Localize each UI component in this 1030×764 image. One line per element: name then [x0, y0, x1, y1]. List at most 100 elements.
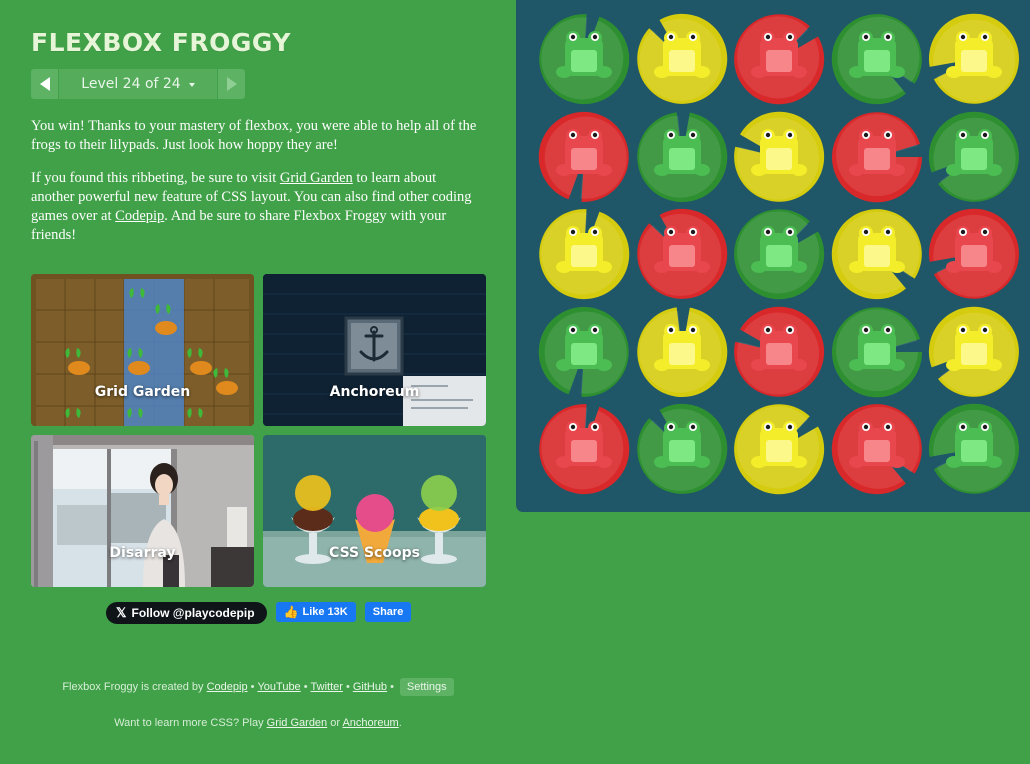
promo-text-a: If you found this ribbeting, be sure to … — [31, 170, 280, 186]
arrow-right-icon — [226, 77, 237, 91]
frog-on-lilypad-green — [828, 303, 926, 401]
frog-on-lilypad-green — [633, 400, 731, 498]
frog-on-lilypad-green — [828, 10, 926, 108]
twitter-link[interactable]: Twitter — [311, 681, 343, 693]
lilypad-red-icon — [929, 208, 1019, 299]
or-text: or — [330, 717, 341, 729]
facebook-share-label: Share — [372, 606, 404, 618]
lilypad-red-icon — [831, 404, 922, 495]
frog-on-lilypad-green — [633, 108, 731, 206]
frog-on-lilypad-yellow — [633, 303, 731, 401]
separator: • — [345, 681, 350, 693]
youtube-link[interactable]: YouTube — [257, 681, 300, 693]
lilypad-yellow-icon — [929, 13, 1019, 104]
grid-garden-footer-link[interactable]: Grid Garden — [267, 717, 328, 729]
lilypad-green-icon — [538, 306, 629, 397]
x-follow-button[interactable]: 𝕏 Follow @playcodepip — [106, 602, 267, 624]
anchoreum-footer-link[interactable]: Anchoreum — [342, 717, 398, 729]
lilypad-green-icon — [928, 111, 1019, 202]
facebook-like-button[interactable]: 👍 Like 13K — [275, 602, 356, 622]
separator: • — [250, 681, 255, 693]
frog-on-lilypad-green — [925, 400, 1023, 498]
lilypad-yellow-icon — [734, 404, 825, 495]
frog-on-lilypad-yellow — [730, 400, 828, 498]
game-card-label: CSS Scoops — [329, 545, 420, 561]
facebook-share-button[interactable]: Share — [364, 602, 412, 622]
frog-on-lilypad-red — [535, 108, 633, 206]
facebook-like-label: Like 13K — [302, 606, 348, 618]
lilypad-green-icon — [539, 14, 630, 105]
frog-on-lilypad-red — [828, 400, 926, 498]
frog-on-lilypad-yellow — [828, 205, 926, 303]
frog-on-lilypad-red — [633, 205, 731, 303]
lilypad-green-icon — [636, 403, 727, 494]
caret-down-icon — [188, 82, 195, 87]
frog-on-lilypad-red — [730, 10, 828, 108]
thumbs-up-icon: 👍 — [283, 605, 299, 619]
lilypad-red-icon — [734, 14, 825, 105]
created-by-text: Flexbox Froggy is created by — [62, 681, 204, 693]
game-card-anchoreum[interactable]: Anchoreum — [263, 274, 486, 426]
frog-on-lilypad-red — [730, 303, 828, 401]
game-card-grid-garden[interactable]: Grid Garden — [31, 274, 254, 426]
next-level-button[interactable] — [218, 69, 245, 99]
frog-on-lilypad-green — [535, 10, 633, 108]
lilypad-yellow-icon — [734, 111, 825, 202]
frog-on-lilypad-yellow — [633, 10, 731, 108]
level-navigation: Level 24 of 24 — [31, 69, 245, 99]
page-title: FLEXBOX FROGGY — [31, 28, 291, 57]
css-scoops-thumbnail — [263, 435, 486, 587]
pond-board — [516, 0, 1030, 512]
lilypad-green-icon — [831, 14, 922, 105]
learn-more-footer: Want to learn more CSS? Play Grid Garden… — [0, 717, 516, 729]
grid-garden-link[interactable]: Grid Garden — [280, 170, 353, 186]
frog-on-lilypad-red — [535, 400, 633, 498]
sidebar: FLEXBOX FROGGY Level 24 of 24 You win! T… — [0, 0, 516, 764]
separator: • — [390, 681, 394, 693]
game-card-disarray[interactable]: Disarray — [31, 435, 254, 587]
lilypad-green-icon — [636, 111, 727, 202]
frog-on-lilypad-yellow — [925, 10, 1023, 108]
lilypad-yellow-icon — [831, 209, 922, 300]
previous-level-button[interactable] — [31, 69, 58, 99]
lilypad-red-icon — [734, 306, 825, 397]
credits-footer: Flexbox Froggy is created by Codepip • You… — [0, 678, 516, 696]
codepip-link[interactable]: Codepip — [115, 208, 164, 224]
social-buttons: 𝕏 Follow @playcodepip 👍 Like 13K Share — [106, 602, 412, 624]
lilypad-green-icon — [929, 403, 1019, 494]
disarray-thumbnail — [31, 435, 254, 587]
lilypad-yellow-icon — [928, 306, 1019, 397]
game-card-label: Disarray — [109, 545, 176, 561]
arrow-left-icon — [39, 77, 50, 91]
frog-on-lilypad-yellow — [730, 108, 828, 206]
frog-on-lilypad-yellow — [925, 303, 1023, 401]
game-card-css-scoops[interactable]: CSS Scoops — [263, 435, 486, 587]
lilypad-red-icon — [539, 404, 630, 495]
lilypad-green-icon — [734, 209, 825, 300]
lilypad-green-icon — [831, 306, 922, 397]
frog-on-lilypad-green — [925, 108, 1023, 206]
level-indicator-label: Level 24 of 24 — [81, 76, 181, 92]
other-games-grid: Grid Garden Anchoreum Disarray CSS Scoop… — [31, 274, 486, 588]
frog-on-lilypad-yellow — [535, 205, 633, 303]
win-message: You win! Thanks to your mastery of flexb… — [31, 118, 477, 153]
lilypad-red-icon — [831, 111, 922, 202]
frog-on-lilypad-red — [828, 108, 926, 206]
grid-garden-thumbnail — [31, 274, 254, 426]
game-card-label: Anchoreum — [329, 384, 420, 400]
codepip-footer-link[interactable]: Codepip — [207, 681, 248, 693]
period-text: . — [398, 717, 402, 729]
lilypad-yellow-icon — [636, 13, 727, 104]
frog-on-lilypad-green — [535, 303, 633, 401]
github-link[interactable]: GitHub — [353, 681, 387, 693]
x-logo-icon: 𝕏 — [116, 605, 127, 620]
lilypad-yellow-icon — [636, 306, 727, 397]
frog-on-lilypad-red — [925, 205, 1023, 303]
anchoreum-thumbnail — [263, 274, 486, 426]
settings-button[interactable]: Settings — [399, 678, 454, 696]
level-indicator-dropdown[interactable]: Level 24 of 24 — [59, 69, 217, 99]
promo-message: If you found this ribbeting, be sure to … — [31, 169, 481, 245]
frog-on-lilypad-green — [730, 205, 828, 303]
lilypad-yellow-icon — [539, 209, 630, 300]
lilypad-red-icon — [636, 208, 727, 299]
